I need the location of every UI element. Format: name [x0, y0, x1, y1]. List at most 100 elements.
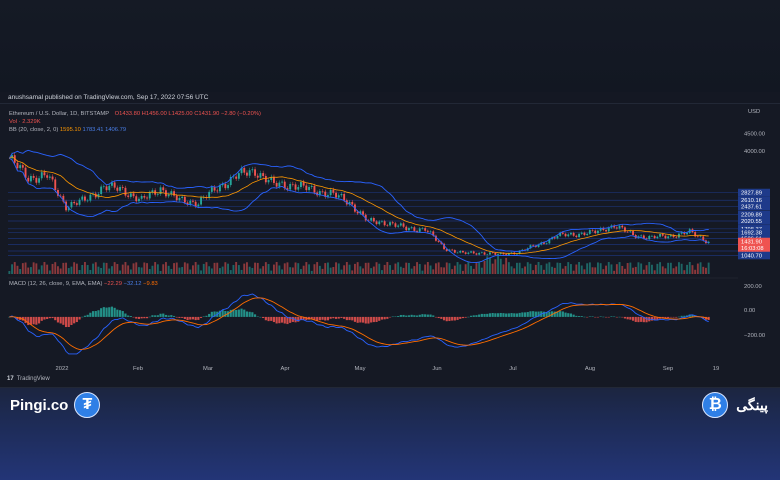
candle-body	[383, 221, 386, 226]
volume-bar	[300, 269, 302, 274]
candle-body	[132, 193, 135, 197]
volume-bar	[313, 264, 316, 274]
macd-hist-bar	[459, 316, 462, 319]
volume-bar	[586, 263, 589, 274]
candle-body	[16, 162, 19, 169]
volume-bar	[462, 270, 464, 274]
volume-bar	[127, 265, 130, 274]
candle-body	[464, 252, 467, 254]
volume-bar	[624, 268, 626, 274]
macd-hist-bar	[631, 316, 635, 321]
volume-bar	[510, 266, 513, 274]
volume-bar	[216, 262, 219, 274]
macd-hist-bar	[140, 316, 143, 319]
macd-hist-bar	[62, 316, 65, 325]
candle-body	[251, 169, 254, 171]
volume-bar	[148, 269, 151, 274]
volume-bar	[656, 263, 659, 274]
macd-hist-bar	[445, 316, 448, 322]
price-chart-svg[interactable]: USD4500.004000.002827.892610.162437.6122…	[0, 104, 780, 387]
macd-hist-bar	[607, 316, 610, 318]
pingi-brand-right[interactable]: ₿ پینگی	[702, 392, 768, 418]
macd-hist-bar	[580, 316, 583, 317]
candle-body	[570, 232, 572, 235]
macd-hist-bar	[202, 316, 205, 318]
volume-bar	[491, 263, 494, 274]
macd-hist-bar	[210, 311, 213, 317]
candle-body	[394, 223, 397, 227]
macd-hist-bar	[667, 316, 670, 319]
candle-body	[456, 252, 459, 254]
macd-hist-bar	[245, 311, 249, 317]
macd-hist-bar	[437, 316, 440, 319]
candle-body	[467, 252, 470, 254]
tradingview-text: TradingView	[16, 376, 50, 382]
volume-bar	[551, 266, 553, 274]
candle-body	[113, 182, 116, 188]
volume-bar	[94, 262, 97, 274]
volume-bar	[251, 267, 254, 274]
macd-hist-bar	[529, 311, 532, 317]
macd-hist-bar	[564, 312, 567, 317]
volume-bar	[448, 263, 451, 274]
candle-body	[661, 233, 664, 236]
candle-body	[75, 203, 78, 205]
macd-hist-bar	[256, 316, 259, 317]
volume-bar	[16, 265, 19, 274]
candle-body	[561, 232, 564, 234]
volume-bar	[48, 270, 51, 274]
macd-hist-bar	[251, 312, 254, 317]
volume-bar	[316, 262, 319, 274]
volume-bar	[227, 263, 229, 274]
volume-bar	[540, 265, 543, 274]
chart-panel[interactable]: USD 4500.00 4000.00 2827.89 2610.16 2437.61 22…	[0, 103, 780, 388]
pingi-persian-label: پینگی	[736, 396, 768, 413]
volume-bar	[580, 265, 583, 274]
candle-body	[648, 235, 651, 240]
macd-hist-bar	[345, 316, 348, 321]
volume-bar	[561, 268, 564, 274]
macd-hist-bar	[569, 313, 573, 317]
macd-hist-bar	[359, 316, 362, 323]
macd-hist-bar	[332, 316, 335, 319]
volume-bar	[362, 268, 364, 274]
volume-bar	[507, 262, 510, 274]
macd-hist-bar	[183, 316, 186, 319]
bb-label: BB (20, close, 2, 0)	[9, 127, 59, 133]
volume-bar	[669, 262, 672, 274]
candle-body	[607, 227, 610, 232]
price-tick: 4500.00	[744, 132, 765, 138]
volume-bar	[472, 268, 475, 274]
candle-body	[321, 191, 324, 192]
volume-bar	[332, 267, 335, 274]
macd-hist-bar	[162, 313, 165, 317]
macd-hist-bar	[434, 316, 438, 318]
volume-bar	[24, 262, 27, 274]
candle-body	[437, 240, 440, 242]
volume-bar	[456, 262, 459, 274]
macd-hist-bar	[542, 311, 546, 317]
candle-body	[664, 235, 667, 239]
time-axis-label: Apr	[280, 366, 289, 372]
candle-body	[189, 200, 192, 205]
volume-bar	[432, 269, 435, 274]
macd-hist-bar	[70, 316, 73, 326]
candle-body	[556, 235, 559, 239]
time-axis-label: Jun	[432, 366, 441, 372]
macd-hist-bar	[73, 316, 76, 324]
volume-bar	[205, 262, 208, 274]
volume-bar	[235, 262, 238, 274]
candle-body	[40, 172, 43, 179]
pingi-brand-left[interactable]: Pingi.co ₮	[10, 392, 101, 418]
volume-bar	[440, 267, 443, 274]
macd-hist-bar	[100, 308, 103, 317]
macd-hist-bar	[348, 316, 351, 321]
macd-hist-bar	[321, 316, 324, 320]
volume-bar	[46, 264, 49, 274]
macd-hist-bar	[110, 306, 114, 317]
volume-bar	[529, 263, 532, 274]
volume-bar	[402, 267, 405, 274]
volume-bar	[43, 262, 46, 274]
macd-hist-bar	[472, 315, 475, 317]
volume-bar	[597, 262, 599, 274]
